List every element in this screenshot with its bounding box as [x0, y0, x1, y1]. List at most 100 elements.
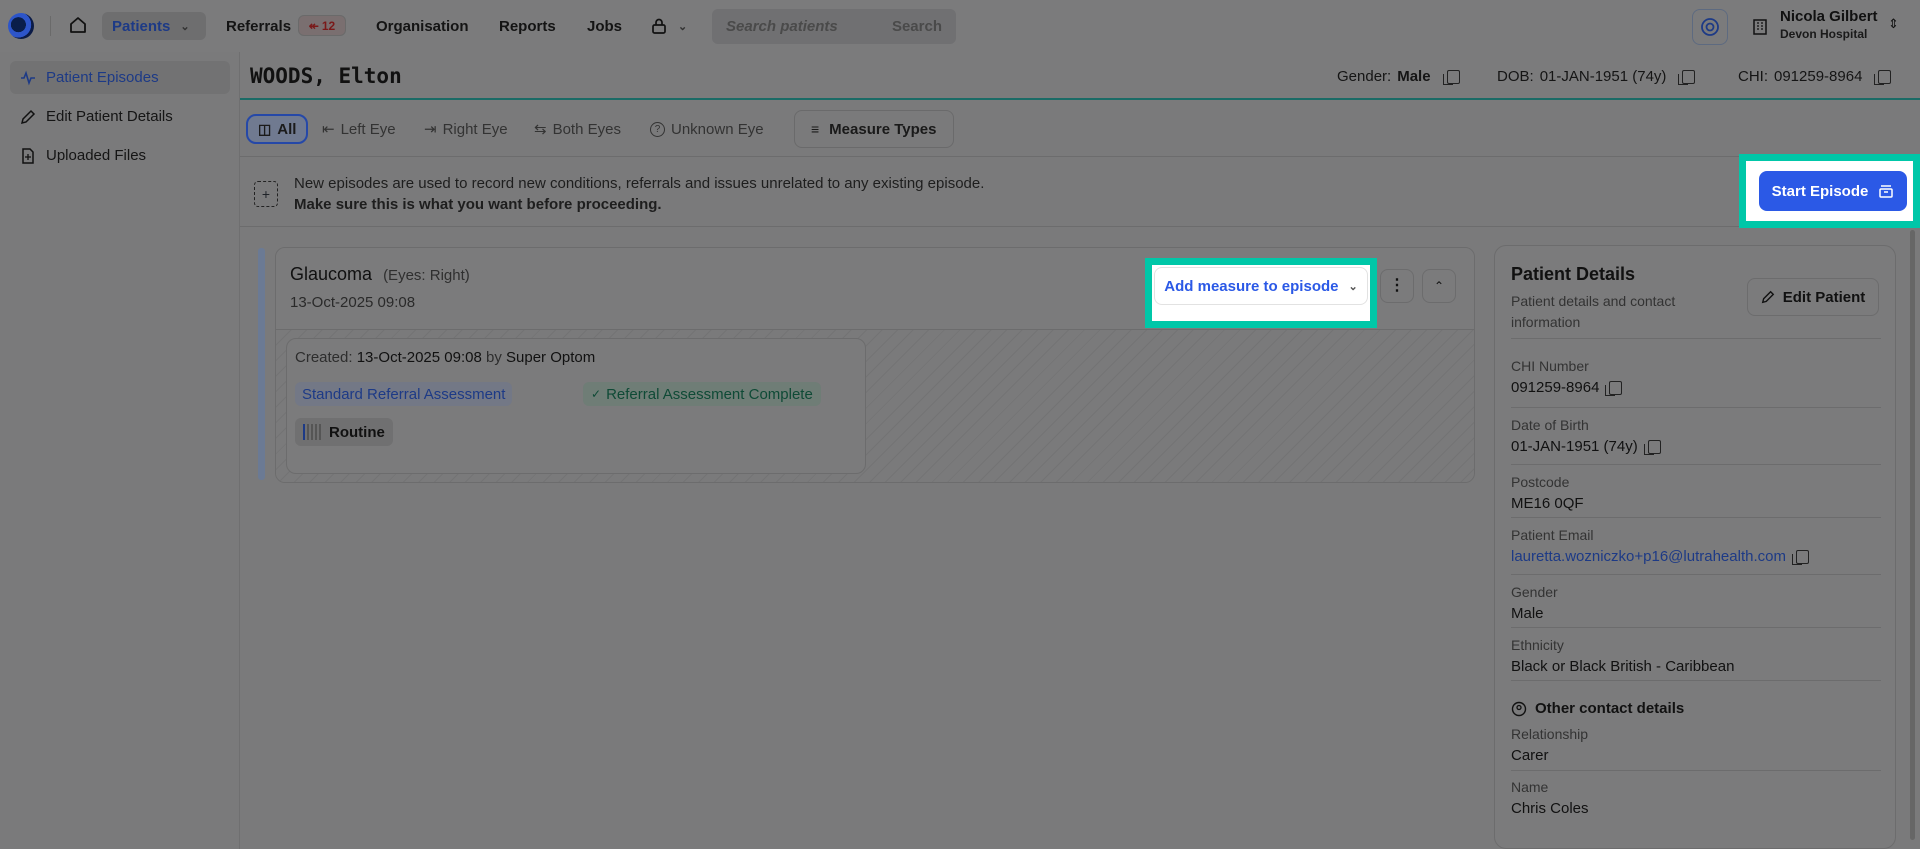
- priority-bars-icon: [303, 424, 321, 440]
- field-ethnicity: Ethnicity Black or Black British - Carib…: [1511, 637, 1881, 675]
- copy-icon[interactable]: [1791, 549, 1809, 565]
- app-root: Patients ⌄ Referrals ↞ 12 Organisation R…: [0, 0, 1920, 849]
- priority-label: Routine: [329, 423, 385, 441]
- field-label: CHI Number: [1511, 358, 1589, 374]
- nav-patients[interactable]: Patients ⌄: [112, 0, 190, 52]
- search-input[interactable]: Search patients: [726, 18, 838, 35]
- copy-icon[interactable]: [1643, 439, 1661, 455]
- filter-all-label: All: [277, 120, 297, 138]
- filter-unknown-eye-label: Unknown Eye: [671, 120, 764, 138]
- copy-icon[interactable]: [1442, 69, 1460, 85]
- building-icon: [1753, 19, 1767, 35]
- referrals-count-badge: ↞ 12: [298, 15, 346, 36]
- episode-body: Created: 13-Oct-2025 09:08 by Super Opto…: [276, 330, 1474, 482]
- chi-value: 091259-8964: [1774, 68, 1863, 85]
- add-file-icon: +: [254, 181, 278, 207]
- divider: [1511, 464, 1881, 465]
- other-contact-title: Other contact details: [1535, 700, 1685, 717]
- episode-more-button[interactable]: ⋮: [1380, 269, 1414, 303]
- scrollbar[interactable]: [1910, 230, 1915, 840]
- field-value: Black or Black British - Caribbean: [1511, 658, 1735, 675]
- field-label: Postcode: [1511, 474, 1570, 490]
- nav-reports[interactable]: Reports: [499, 0, 556, 52]
- lock-menu[interactable]: ⌄: [650, 0, 687, 52]
- filter-both-eyes[interactable]: ⇆ Both Eyes: [534, 114, 621, 144]
- new-episode-notice: + New episodes are used to record new co…: [240, 157, 1920, 227]
- edit-patient-button[interactable]: Edit Patient: [1747, 278, 1879, 316]
- filter-icon: ≡: [811, 121, 820, 137]
- copy-icon[interactable]: [1605, 380, 1623, 396]
- filter-both-eyes-label: Both Eyes: [552, 120, 621, 138]
- filter-left-eye[interactable]: ⇤ Left Eye: [322, 114, 396, 144]
- chevron-up-icon: ⌃: [1433, 279, 1445, 293]
- help-button[interactable]: [1692, 9, 1728, 45]
- filter-all[interactable]: ◫ All: [246, 114, 309, 144]
- filter-unknown-eye[interactable]: ? Unknown Eye: [650, 114, 764, 144]
- copy-icon[interactable]: [1874, 69, 1892, 85]
- add-measure-button[interactable]: Add measure to episode ⌄: [1154, 267, 1368, 305]
- patient-name: WOODS, Elton: [250, 64, 402, 88]
- file-icon: [22, 147, 34, 164]
- chevron-down-icon: ⌄: [1348, 280, 1358, 293]
- home-icon[interactable]: [68, 15, 88, 39]
- start-episode-button[interactable]: Start Episode: [1759, 171, 1907, 211]
- field-gender: Gender Male: [1511, 584, 1881, 622]
- sidebar-item-patient-episodes[interactable]: Patient Episodes: [10, 61, 230, 94]
- field-value: ME16 0QF: [1511, 495, 1584, 512]
- search-button[interactable]: Search: [892, 18, 942, 35]
- search-bar[interactable]: Search patients Search: [712, 9, 956, 44]
- sidebar-item-label: Edit Patient Details: [46, 108, 173, 125]
- add-measure-label: Add measure to episode: [1164, 277, 1339, 295]
- nav-organisation[interactable]: Organisation: [376, 0, 469, 52]
- nav-referrals-label: Referrals: [226, 17, 292, 35]
- field-label: Ethnicity: [1511, 637, 1564, 653]
- episode-condition: Glaucoma: [290, 264, 373, 284]
- nav-referrals[interactable]: Referrals: [226, 0, 291, 52]
- chi-label: CHI:: [1738, 68, 1768, 85]
- filter-right-eye[interactable]: ⇥ Right Eye: [424, 114, 508, 144]
- field-value: lauretta.wozniczko+p16@lutrahealth.com: [1511, 548, 1881, 565]
- field-dob: Date of Birth 01-JAN-1951 (74y): [1511, 417, 1881, 455]
- gender-value: Male: [1397, 68, 1431, 85]
- divider: [1511, 627, 1881, 628]
- divider: [1511, 680, 1881, 681]
- columns-icon: ◫: [258, 120, 272, 137]
- nav-jobs[interactable]: Jobs: [587, 0, 622, 52]
- sidebar-item-label: Uploaded Files: [46, 147, 147, 164]
- field-label: Relationship: [1511, 726, 1589, 742]
- eye-filter-bar: ◫ All ⇤ Left Eye ⇥ Right Eye ⇆ Both Eyes…: [240, 102, 1920, 157]
- pencil-icon: [1761, 290, 1774, 304]
- email-link[interactable]: lauretta.wozniczko+p16@lutrahealth.com: [1511, 548, 1786, 565]
- app-logo-icon[interactable]: [8, 13, 34, 39]
- field-value: 091259-8964: [1511, 379, 1881, 396]
- chevron-down-icon: ⌄: [678, 20, 688, 33]
- episode-entry-card[interactable]: Created: 13-Oct-2025 09:08 by Super Opto…: [286, 338, 866, 474]
- more-vertical-icon: ⋮: [1389, 277, 1405, 294]
- dob-label: DOB:: [1497, 68, 1534, 85]
- episode-title: Glaucoma (Eyes: Right): [290, 264, 470, 285]
- assessment-tag[interactable]: Standard Referral Assessment: [295, 382, 513, 406]
- field-postcode: Postcode ME16 0QF: [1511, 474, 1881, 512]
- divider: [1511, 407, 1881, 408]
- lifebuoy-icon: [1701, 18, 1719, 36]
- created-by: Super Optom: [506, 349, 596, 366]
- referrals-count: 12: [321, 18, 336, 33]
- patient-chi: CHI: 091259-8964: [1738, 68, 1892, 85]
- filter-left-eye-label: Left Eye: [340, 120, 396, 138]
- field-value: Male: [1511, 605, 1544, 622]
- episode-date: 13-Oct-2025 09:08: [290, 294, 416, 311]
- other-contact-heading: Other contact details: [1511, 700, 1684, 717]
- notice-warning: Make sure this is what you want before p…: [294, 196, 662, 213]
- field-value: Chris Coles: [1511, 800, 1589, 817]
- sidebar-item-uploaded-files[interactable]: Uploaded Files: [10, 139, 230, 172]
- assessment-status-label: Referral Assessment Complete: [606, 385, 813, 403]
- divider: [1511, 517, 1881, 518]
- dob-value: 01-JAN-1951 (74y): [1539, 68, 1667, 85]
- copy-icon[interactable]: [1678, 69, 1696, 85]
- divider: [50, 16, 51, 36]
- measure-types-button[interactable]: ≡ Measure Types: [794, 110, 954, 148]
- field-contact-name: Name Chris Coles: [1511, 779, 1881, 817]
- episode-collapse-button[interactable]: ⌃: [1422, 269, 1456, 303]
- sidebar-item-edit-patient-details[interactable]: Edit Patient Details: [10, 100, 230, 133]
- user-name: Nicola Gilbert: [1780, 8, 1878, 25]
